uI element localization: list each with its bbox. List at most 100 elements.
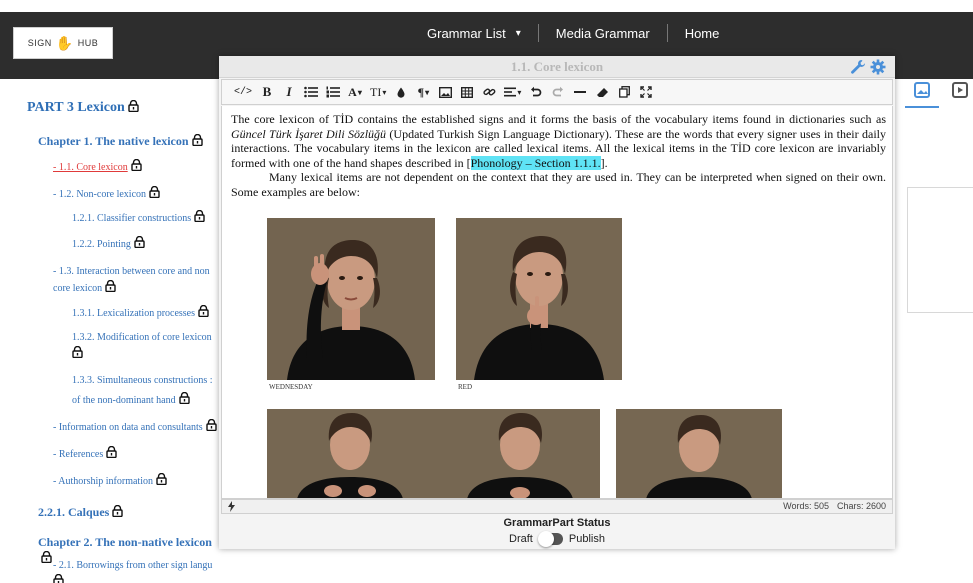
toc-item-1-2[interactable]: - 1.2. Non-core lexicon	[53, 186, 160, 203]
toc-part-3[interactable]: PART 3 Lexicon	[27, 100, 139, 116]
lightning-icon[interactable]	[228, 501, 235, 514]
right-panel-tabs	[895, 79, 973, 109]
insert-image-button[interactable]	[434, 81, 456, 103]
toc-item-1-2-2[interactable]: 1.2.2. Pointing	[72, 236, 145, 253]
toc-item-1-2-1[interactable]: 1.2.1. Classifier constructions	[72, 210, 205, 227]
insert-table-button[interactable]	[456, 81, 478, 103]
bold-button[interactable]: B	[256, 81, 278, 103]
toc-item-references[interactable]: - References	[53, 446, 117, 463]
toc-item-1-2-2-label: 1.2.2. Pointing	[72, 239, 131, 250]
horizontal-rule-icon	[574, 91, 587, 93]
toc-item-1-3[interactable]: - 1.3. Interaction between core and non …	[53, 264, 218, 297]
lock-icon	[134, 236, 145, 248]
lock-icon	[194, 210, 205, 222]
lock-icon	[105, 280, 116, 292]
toc-item-2-1[interactable]: - 2.1. Borrowings from other sign langu	[53, 558, 218, 583]
editor-content[interactable]: The core lexicon of TİD contains the est…	[231, 112, 886, 199]
lock-icon	[191, 134, 203, 146]
toc-item-1-3-3-label-line1: 1.3.3. Simultaneous constructions :	[72, 375, 213, 386]
chevron-down-icon: ▾	[517, 87, 522, 97]
font-family-button[interactable]: A ▾	[344, 81, 366, 103]
lock-icon	[205, 419, 217, 431]
toc-item-1-3-label-line1: - 1.3. Interaction between core and non	[53, 266, 210, 277]
lock-icon	[156, 473, 167, 485]
editor-toolbar: </> B I A ▾ TI ▾ ¶ ▾ ▾	[221, 79, 893, 105]
nav-grammar-list[interactable]: Grammar List ▾	[410, 26, 538, 41]
paragraph-1: The core lexicon of TİD contains the est…	[231, 112, 886, 170]
undo-button[interactable]	[525, 81, 547, 103]
toc-item-1-3-3[interactable]: 1.3.3. Simultaneous constructions : of t…	[72, 371, 218, 411]
image-icon	[438, 86, 452, 98]
insert-link-button[interactable]	[478, 81, 500, 103]
font-size-button[interactable]: TI ▾	[366, 81, 390, 103]
sign-photo-sequence[interactable]	[267, 409, 600, 498]
modal-title-bar: 1.1. Core lexicon	[219, 56, 895, 78]
toc-chapter-1-label: Chapter 1. The native lexicon	[38, 134, 189, 148]
paragraph-2: Many lexical items are not dependent on …	[231, 170, 886, 199]
lock-icon	[72, 346, 83, 358]
toc-item-info[interactable]: - Information on data and consultants	[53, 419, 218, 436]
paragraph-format-button[interactable]: ¶ ▾	[412, 81, 434, 103]
lock-icon	[53, 574, 64, 583]
rich-text-editor[interactable]: The core lexicon of TİD contains the est…	[221, 106, 893, 499]
chevron-down-icon[interactable]: ▾	[516, 28, 521, 39]
lock-icon	[112, 505, 124, 517]
toc-item-authorship[interactable]: - Authorship information	[53, 473, 167, 490]
horizontal-rule-button[interactable]	[569, 81, 591, 103]
align-button[interactable]: ▾	[500, 81, 525, 103]
copy-icon	[618, 86, 630, 98]
lock-icon	[41, 551, 52, 563]
toc-item-calques[interactable]: 2.2.1. Calques	[38, 504, 124, 520]
copy-button[interactable]	[613, 81, 635, 103]
toc-chapter-1[interactable]: Chapter 1. The native lexicon	[38, 133, 203, 149]
chevron-down-icon: ▾	[382, 87, 387, 97]
undo-icon	[531, 86, 542, 97]
signer-photo-figure	[616, 409, 782, 498]
toc-item-1-3-2[interactable]: 1.3.2. Modification of core lexicon	[72, 330, 218, 363]
caption-red: RED	[458, 383, 472, 391]
italic-button[interactable]: I	[278, 81, 300, 103]
text-color-button[interactable]	[390, 81, 412, 103]
lock-icon	[131, 159, 142, 171]
paragraph-1-text-a: The core lexicon of TİD contains the est…	[231, 112, 886, 126]
publish-toggle[interactable]	[537, 531, 563, 547]
nav-media-grammar[interactable]: Media Grammar	[539, 26, 667, 41]
align-left-icon	[504, 87, 517, 97]
lock-icon	[149, 186, 160, 198]
signer-photo-figure	[456, 218, 622, 380]
media-preview-box	[907, 187, 973, 313]
toc-item-references-label: - References	[53, 449, 104, 460]
numbered-list-button[interactable]	[322, 81, 344, 103]
top-stripe	[0, 0, 973, 12]
lock-icon	[178, 392, 190, 404]
redo-button[interactable]	[547, 81, 569, 103]
sign-hub-logo[interactable]: SIGN ✋ HUB	[13, 27, 113, 59]
sign-photo-red[interactable]	[456, 218, 622, 380]
toc-item-calques-label: 2.2.1. Calques	[38, 505, 110, 519]
nav-home[interactable]: Home	[668, 26, 737, 41]
image-library-icon[interactable]	[913, 81, 931, 99]
redo-icon	[553, 86, 564, 97]
toc-item-1-3-1[interactable]: 1.3.1. Lexicalization processes	[72, 305, 209, 322]
toc-item-authorship-label: - Authorship information	[53, 476, 153, 487]
toc-item-1-3-label-line2: core lexicon	[53, 283, 103, 294]
toc-item-1-2-1-label: 1.2.1. Classifier constructions	[72, 213, 192, 224]
fullscreen-button[interactable]	[635, 81, 657, 103]
numbered-list-icon	[326, 86, 341, 98]
code-view-button[interactable]: </>	[230, 81, 256, 103]
nav-grammar-list-label: Grammar List	[427, 25, 506, 41]
sign-photo-third[interactable]	[616, 409, 782, 498]
toc-item-1-1-active[interactable]: - 1.1. Core lexicon	[53, 159, 142, 176]
paragraph-1-italic: Güncel Türk İşaret Dili Sözlüğü	[231, 126, 387, 141]
lock-icon	[128, 100, 139, 112]
video-library-icon[interactable]	[951, 81, 969, 99]
phonology-link[interactable]: Phonology – Section 1.1.1.	[470, 155, 601, 170]
clear-format-button[interactable]	[591, 81, 613, 103]
sign-photo-wednesday[interactable]	[267, 218, 435, 380]
expand-icon	[640, 86, 653, 98]
bulleted-list-button[interactable]	[300, 81, 322, 103]
bulleted-list-icon	[304, 86, 319, 98]
modal-title: 1.1. Core lexicon	[510, 59, 604, 74]
right-panel	[895, 79, 973, 583]
publish-label: Publish	[568, 533, 605, 545]
